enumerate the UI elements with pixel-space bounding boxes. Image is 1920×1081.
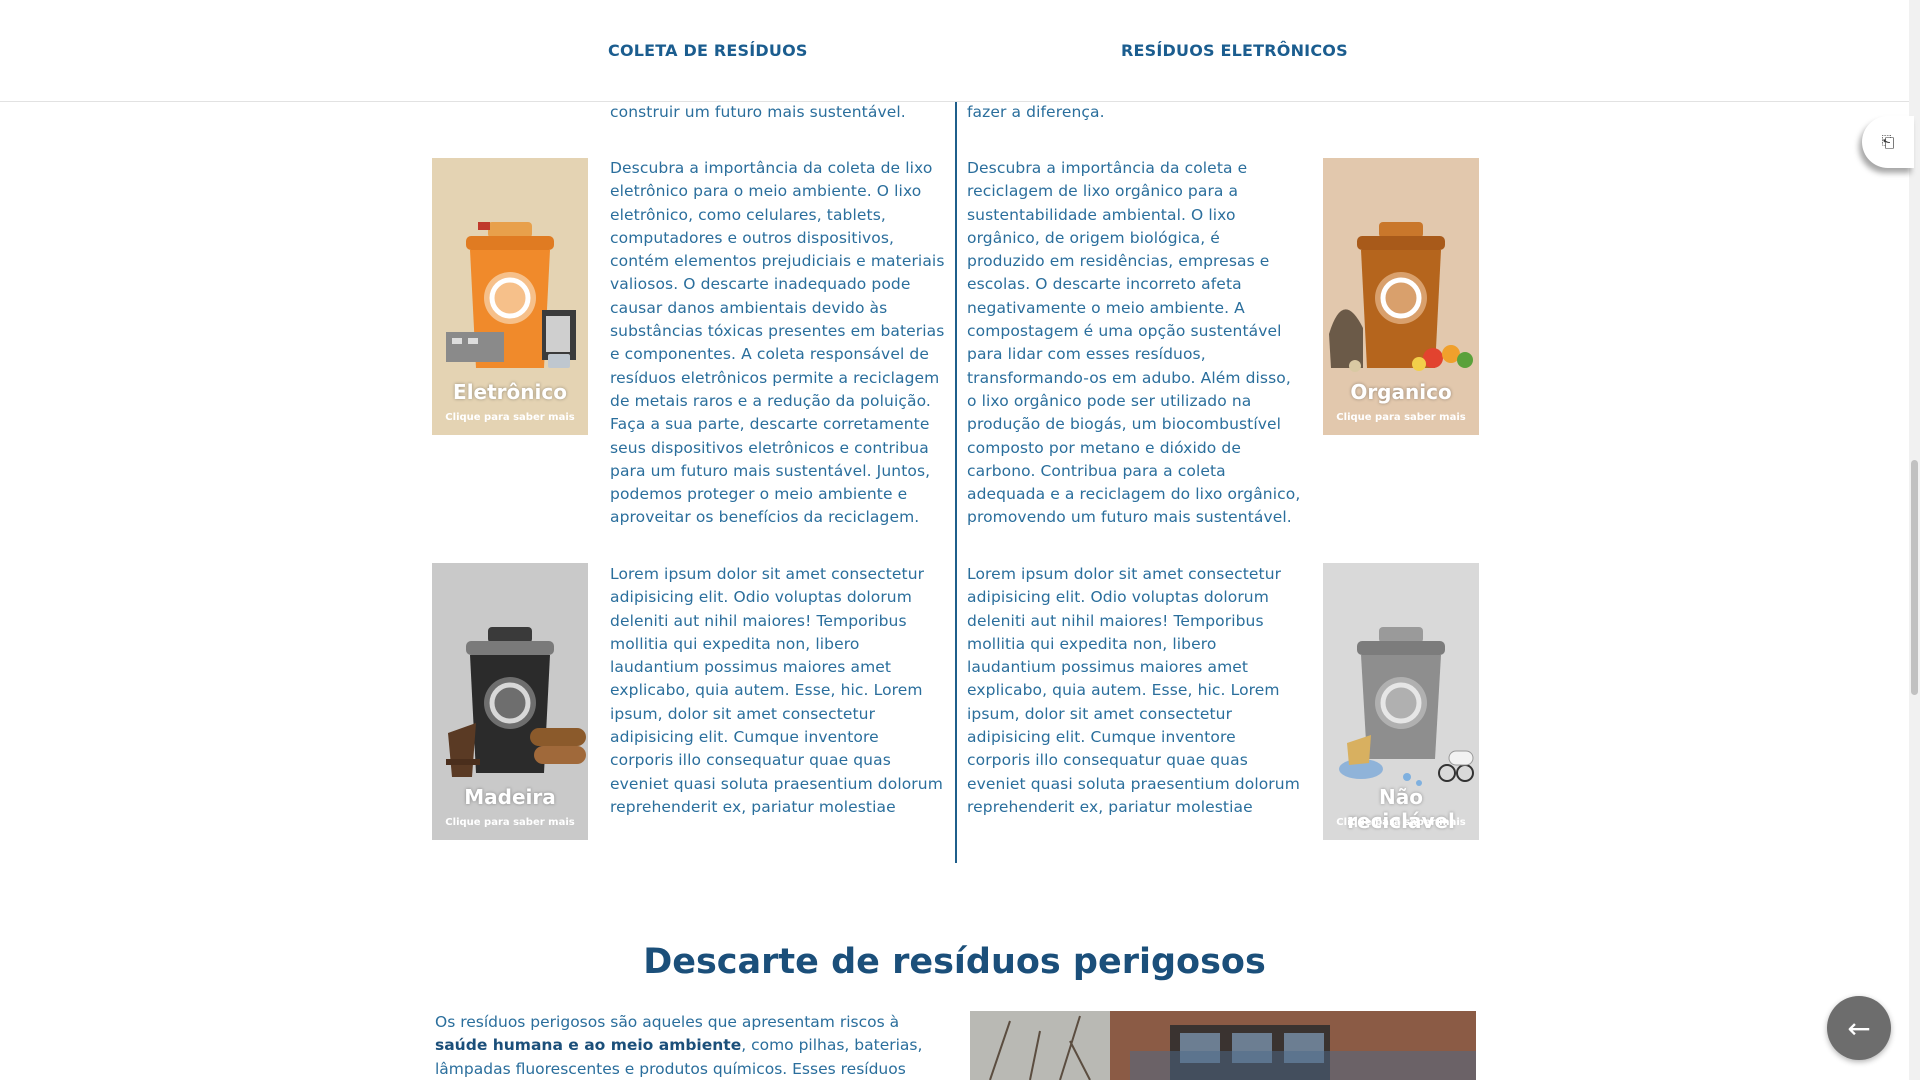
card-title: Eletrônico bbox=[453, 380, 567, 404]
card-subtitle: Clique para saber mais bbox=[445, 412, 575, 423]
hazard-photo bbox=[970, 1011, 1476, 1080]
text-organico: Descubra a importância da coleta e recic… bbox=[967, 159, 1301, 527]
top-navigation: COLETA DE RESÍDUOS RESÍDUOS ELETRÔNICOS bbox=[0, 0, 1909, 102]
card-eletronico[interactable]: Eletrônico Clique para saber mais bbox=[432, 158, 588, 435]
scrollbar-thumb[interactable] bbox=[1911, 460, 1918, 695]
card-subtitle: Clique para saber mais bbox=[1336, 412, 1466, 423]
arrow-left-icon: ← bbox=[1847, 1011, 1871, 1045]
card-organico[interactable]: Organico Clique para saber mais bbox=[1323, 158, 1479, 435]
text-madeira: Lorem ipsum dolor sit amet consectetur a… bbox=[610, 565, 943, 816]
section-title-residuos-perigosos: Descarte de resíduos perigosos bbox=[643, 942, 1266, 982]
copy-icon: ⎗ bbox=[1881, 132, 1895, 151]
text-nao-reciclavel: Lorem ipsum dolor sit amet consectetur a… bbox=[967, 565, 1300, 816]
card-subtitle: Clique para saber mais bbox=[445, 817, 575, 828]
text-eletronico: Descubra a importância da coleta de lixo… bbox=[610, 159, 945, 527]
nav-link-coleta-residuos[interactable]: COLETA DE RESÍDUOS bbox=[608, 41, 808, 60]
hazard-text-bold: saúde humana e ao meio ambiente bbox=[435, 1036, 742, 1055]
card-title: Madeira bbox=[464, 785, 556, 809]
building-photo-graphic bbox=[970, 1011, 1476, 1080]
side-floating-button[interactable]: ⎗ bbox=[1862, 116, 1914, 168]
text-fragment-right: fazer a diferença. bbox=[967, 103, 1105, 121]
hazard-paragraph: Os resíduos perigosos são aqueles que ap… bbox=[435, 1011, 935, 1081]
card-subtitle: Clique para saber mais bbox=[1336, 817, 1466, 828]
card-title: Organico bbox=[1350, 380, 1452, 404]
column-divider bbox=[955, 101, 957, 863]
nav-link-residuos-eletronicos[interactable]: RESÍDUOS ELETRÔNICOS bbox=[1121, 41, 1348, 60]
text-fragment-left: construir um futuro mais sustentável. bbox=[610, 103, 906, 121]
hazard-text-start: Os resíduos perigosos são aqueles que ap… bbox=[435, 1013, 900, 1031]
card-madeira[interactable]: Madeira Clique para saber mais bbox=[432, 563, 588, 840]
card-nao-reciclavel[interactable]: Não reciclável Clique para saber mais bbox=[1323, 563, 1479, 840]
back-button[interactable]: ← bbox=[1827, 996, 1891, 1060]
